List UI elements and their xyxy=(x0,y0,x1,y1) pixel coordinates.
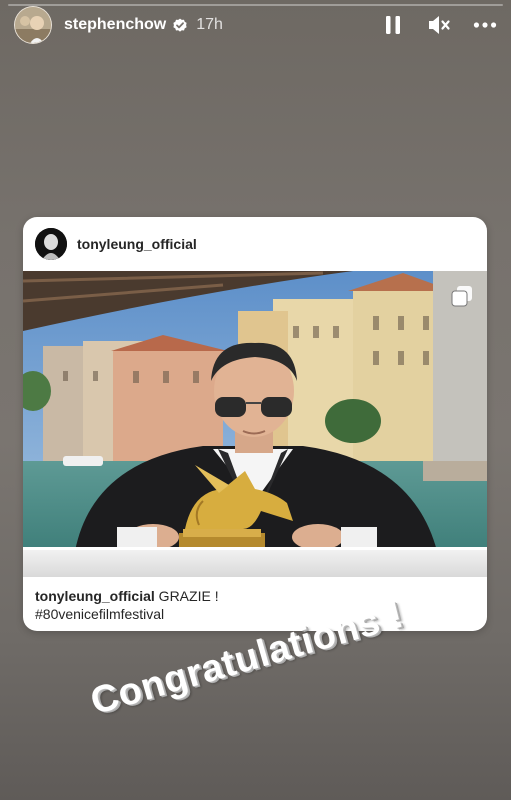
post-avatar-image xyxy=(35,228,67,260)
story-actions xyxy=(381,13,497,37)
post-username[interactable]: tonyleung_official xyxy=(77,236,197,252)
more-icon xyxy=(473,22,497,28)
story-header: stephenchow 17h xyxy=(14,6,497,44)
story-progress-bar xyxy=(8,4,503,6)
caption-hashtag[interactable]: #80venicefilmfestival xyxy=(35,606,164,622)
avatar-image xyxy=(15,7,51,43)
pause-icon xyxy=(386,16,400,34)
mute-icon xyxy=(429,16,450,34)
post-photo[interactable] xyxy=(23,271,487,577)
post-caption: tonyleung_official GRAZIE ! #80venicefil… xyxy=(35,587,475,623)
more-button[interactable] xyxy=(473,13,497,37)
multiple-photos-icon xyxy=(451,286,472,307)
story-username[interactable]: stephenchow xyxy=(64,16,166,34)
caption-username[interactable]: tonyleung_official xyxy=(35,588,155,604)
story-avatar[interactable] xyxy=(14,6,52,44)
shared-post-card[interactable]: tonyleung_official tonyleung_official GR… xyxy=(23,217,487,631)
caption-text: GRAZIE ! xyxy=(154,588,219,604)
photo-image xyxy=(23,271,487,577)
verified-badge-icon xyxy=(173,18,187,32)
pause-button[interactable] xyxy=(381,13,405,37)
post-avatar[interactable] xyxy=(35,228,67,260)
post-header: tonyleung_official xyxy=(23,217,487,271)
mute-button[interactable] xyxy=(427,13,451,37)
story-time: 17h xyxy=(196,16,223,33)
